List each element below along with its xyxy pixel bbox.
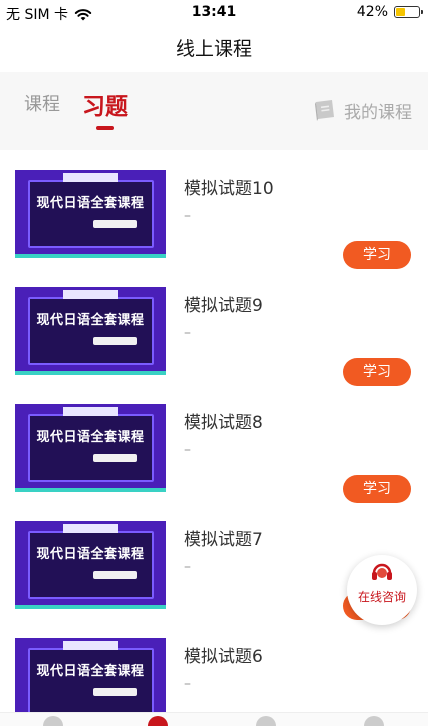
course-thumbnail[interactable]: 现代日语全套课程 (15, 521, 166, 609)
thumbnail-tab (63, 290, 118, 299)
battery-fill (396, 8, 405, 16)
thumbnail-tab (63, 173, 118, 182)
thumbnail-title: 现代日语全套课程 (36, 430, 145, 445)
battery-icon (394, 6, 423, 18)
headset-icon (372, 563, 392, 580)
thumbnail-title: 现代日语全套课程 (36, 547, 145, 562)
thumbnail-pill (93, 220, 137, 228)
thumbnail-pill (93, 571, 137, 579)
online-consult-button[interactable]: 在线咨询 (347, 555, 417, 625)
bottom-nav (0, 712, 428, 726)
consult-label: 在线咨询 (357, 590, 406, 604)
tab-courses[interactable]: 课程 (24, 90, 60, 116)
courses-icon[interactable] (148, 716, 168, 726)
learn-button[interactable]: 学习 (343, 475, 411, 503)
item-subtitle: – (184, 208, 191, 224)
my-courses-label: 我的课程 (344, 103, 412, 123)
item-title[interactable]: 模拟试题6 (184, 642, 263, 667)
thumbnail-accent (15, 488, 166, 492)
list-item: 现代日语全套课程 模拟试题10 – 学习 (0, 150, 428, 269)
status-right: 42% (356, 4, 423, 20)
thumbnail-title: 现代日语全套课程 (36, 196, 145, 211)
course-thumbnail[interactable]: 现代日语全套课程 (15, 404, 166, 492)
list-item: 现代日语全套课程 模拟试题8 – 学习 (0, 384, 428, 503)
course-thumbnail[interactable]: 现代日语全套课程 (15, 287, 166, 375)
thumbnail-panel (28, 414, 154, 482)
item-title[interactable]: 模拟试题7 (184, 525, 263, 550)
thumbnail-panel (28, 180, 154, 248)
thumbnail-accent (15, 605, 166, 609)
course-thumbnail[interactable]: 现代日语全套课程 (15, 170, 166, 258)
thumbnail-pill (93, 454, 137, 462)
thumbnail-pill (93, 688, 137, 696)
tab-exercises[interactable]: 习题 (82, 87, 128, 121)
calendar-icon[interactable] (256, 716, 276, 726)
thumbnail-tab (63, 641, 118, 650)
learn-button[interactable]: 学习 (343, 241, 411, 269)
item-title[interactable]: 模拟试题9 (184, 291, 263, 316)
item-subtitle: – (184, 559, 191, 575)
item-subtitle: – (184, 442, 191, 458)
battery-percent: 42% (356, 4, 388, 20)
item-subtitle: – (184, 676, 191, 692)
my-courses-link[interactable]: 我的课程 (312, 98, 412, 123)
list-item: 现代日语全套课程 模拟试题9 – 学习 (0, 267, 428, 386)
tab-bar: 课程 习题 我的课程 (0, 72, 428, 150)
list-item: 现代日语全套课程 模拟试题6 – (0, 618, 428, 726)
thumbnail-panel (28, 648, 154, 716)
thumbnail-pill (93, 337, 137, 345)
learn-button[interactable]: 学习 (343, 358, 411, 386)
thumbnail-title: 现代日语全套课程 (36, 313, 145, 328)
item-subtitle: – (184, 325, 191, 341)
thumbnail-accent (15, 254, 166, 258)
book-icon (315, 99, 334, 121)
page-title: 线上课程 (175, 38, 252, 60)
thumbnail-panel (28, 297, 154, 365)
active-tab-indicator (96, 126, 114, 130)
thumbnail-tab (63, 407, 118, 416)
item-title[interactable]: 模拟试题10 (184, 174, 274, 199)
home-icon[interactable] (43, 716, 63, 726)
thumbnail-accent (15, 371, 166, 375)
profile-icon[interactable] (364, 716, 384, 726)
status-bar: 无 SIM 卡 13:41 42% (0, 0, 428, 26)
item-title[interactable]: 模拟试题8 (184, 408, 263, 433)
thumbnail-tab (63, 524, 118, 533)
thumbnail-panel (28, 531, 154, 599)
thumbnail-title: 现代日语全套课程 (36, 664, 145, 679)
